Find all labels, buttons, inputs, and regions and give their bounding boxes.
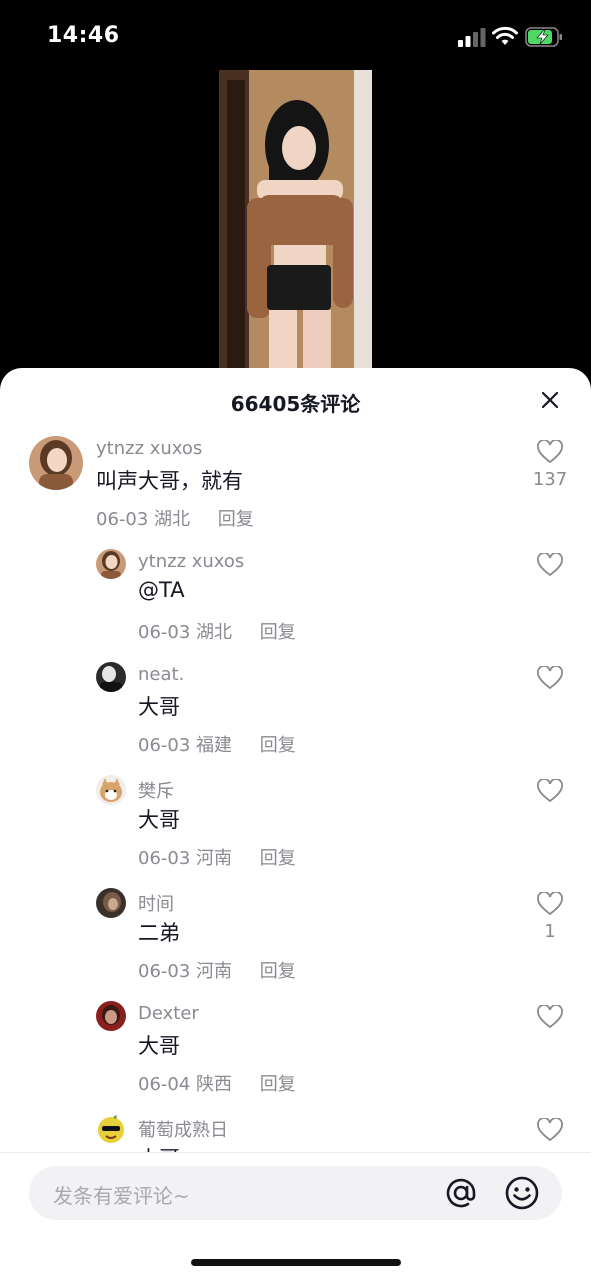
comment-meta: 06-03 湖北 回复	[138, 618, 296, 644]
reply-item: neat. 大哥 06-03 福建 回复	[0, 658, 591, 771]
comment-username[interactable]: 时间	[138, 890, 174, 916]
comment-location: 湖北	[154, 509, 191, 530]
comment-text: 大哥	[138, 695, 180, 719]
heart-icon[interactable]	[537, 779, 563, 803]
comment-username[interactable]: neat.	[138, 664, 184, 685]
comment-sheet: 66405条评论 ytnzz xuxos 叫声大哥，就有 06-03 湖北 回复	[0, 368, 591, 1280]
avatar[interactable]	[96, 1114, 126, 1144]
comment-text: 二弟	[138, 921, 180, 945]
avatar[interactable]	[96, 888, 126, 918]
heart-icon[interactable]	[537, 440, 563, 464]
home-indicator[interactable]	[191, 1259, 401, 1266]
comment-input[interactable]: 发条有爱评论~	[29, 1166, 562, 1220]
comment-text: 大哥	[138, 1034, 180, 1058]
status-bar: 14:46	[0, 0, 591, 70]
comment-date: 06-03	[96, 509, 149, 530]
avatar[interactable]	[96, 549, 126, 579]
comment-location: 河南	[196, 961, 233, 982]
comment-text: @TA	[138, 578, 185, 602]
like-count: 1	[544, 921, 556, 942]
avatar[interactable]	[96, 662, 126, 692]
comment-meta: 06-03 湖北 回复	[96, 505, 254, 531]
comment-text: 叫声大哥，就有	[96, 469, 243, 493]
comment-count-title: 66405条评论	[230, 392, 361, 416]
comment-location: 河南	[196, 848, 233, 869]
comment-username[interactable]: 葡萄成熟日	[138, 1116, 228, 1142]
cellular-signal-icon	[458, 28, 486, 47]
comment-list[interactable]: ytnzz xuxos 叫声大哥，就有 06-03 湖北 回复 137 ytnz…	[0, 432, 591, 1152]
heart-icon[interactable]	[537, 1118, 563, 1142]
video-frame-image	[219, 70, 372, 370]
comment-date: 06-03	[138, 848, 191, 869]
reply-item: 樊斥 大哥 06-03 河南 回复	[0, 771, 591, 884]
divider	[0, 1152, 591, 1153]
comment-username[interactable]: ytnzz xuxos	[96, 438, 202, 459]
comment-input-placeholder: 发条有爱评论~	[53, 1184, 190, 1208]
reply-button[interactable]: 回复	[260, 961, 296, 982]
emoji-icon[interactable]	[504, 1175, 540, 1211]
reply-button[interactable]: 回复	[260, 848, 296, 869]
reply-button[interactable]: 回复	[218, 509, 254, 530]
comment-meta: 06-04 陕西 回复	[138, 1070, 296, 1096]
like-count: 137	[532, 469, 568, 490]
comment-meta: 06-03 福建 回复	[138, 731, 296, 757]
comment-date: 06-03	[138, 622, 191, 643]
video-thumbnail[interactable]	[219, 70, 372, 370]
comment-date: 06-03	[138, 735, 191, 756]
comment-username[interactable]: Dexter	[138, 1003, 199, 1024]
wifi-icon	[492, 26, 518, 45]
reply-button[interactable]: 回复	[260, 622, 296, 643]
comment-username[interactable]: ytnzz xuxos	[138, 551, 244, 572]
reply-item: ytnzz xuxos @TA 06-03 湖北 回复	[0, 545, 591, 658]
reply-button[interactable]: 回复	[260, 735, 296, 756]
reply-button[interactable]: 回复	[260, 1074, 296, 1095]
comment-location: 陕西	[196, 1074, 233, 1095]
avatar[interactable]	[96, 1001, 126, 1031]
comment-date: 06-03	[138, 961, 191, 982]
comment-location: 湖北	[196, 622, 233, 643]
heart-icon[interactable]	[537, 666, 563, 690]
comment-location: 福建	[196, 735, 233, 756]
comment-text: 大哥	[138, 808, 180, 832]
battery-charging-icon	[525, 27, 562, 47]
comment-username[interactable]: 樊斥	[138, 777, 174, 803]
reply-item: Dexter 大哥 06-04 陕西 回复	[0, 997, 591, 1110]
avatar[interactable]	[96, 775, 126, 805]
close-icon[interactable]	[538, 388, 562, 412]
reply-item: 时间 二弟 06-03 河南 回复 1	[0, 884, 591, 997]
at-icon[interactable]	[443, 1175, 479, 1211]
heart-icon[interactable]	[537, 892, 563, 916]
comment-meta: 06-03 河南 回复	[138, 957, 296, 983]
heart-icon[interactable]	[537, 553, 563, 577]
heart-icon[interactable]	[537, 1005, 563, 1029]
avatar[interactable]	[29, 436, 83, 490]
reply-item: 葡萄成熟日 大哥	[0, 1110, 591, 1152]
comment-item: ytnzz xuxos 叫声大哥，就有 06-03 湖北 回复 137	[0, 432, 591, 545]
comment-date: 06-04	[138, 1074, 191, 1095]
status-time: 14:46	[47, 23, 120, 48]
comment-meta: 06-03 河南 回复	[138, 844, 296, 870]
comment-text: 大哥	[138, 1143, 180, 1152]
